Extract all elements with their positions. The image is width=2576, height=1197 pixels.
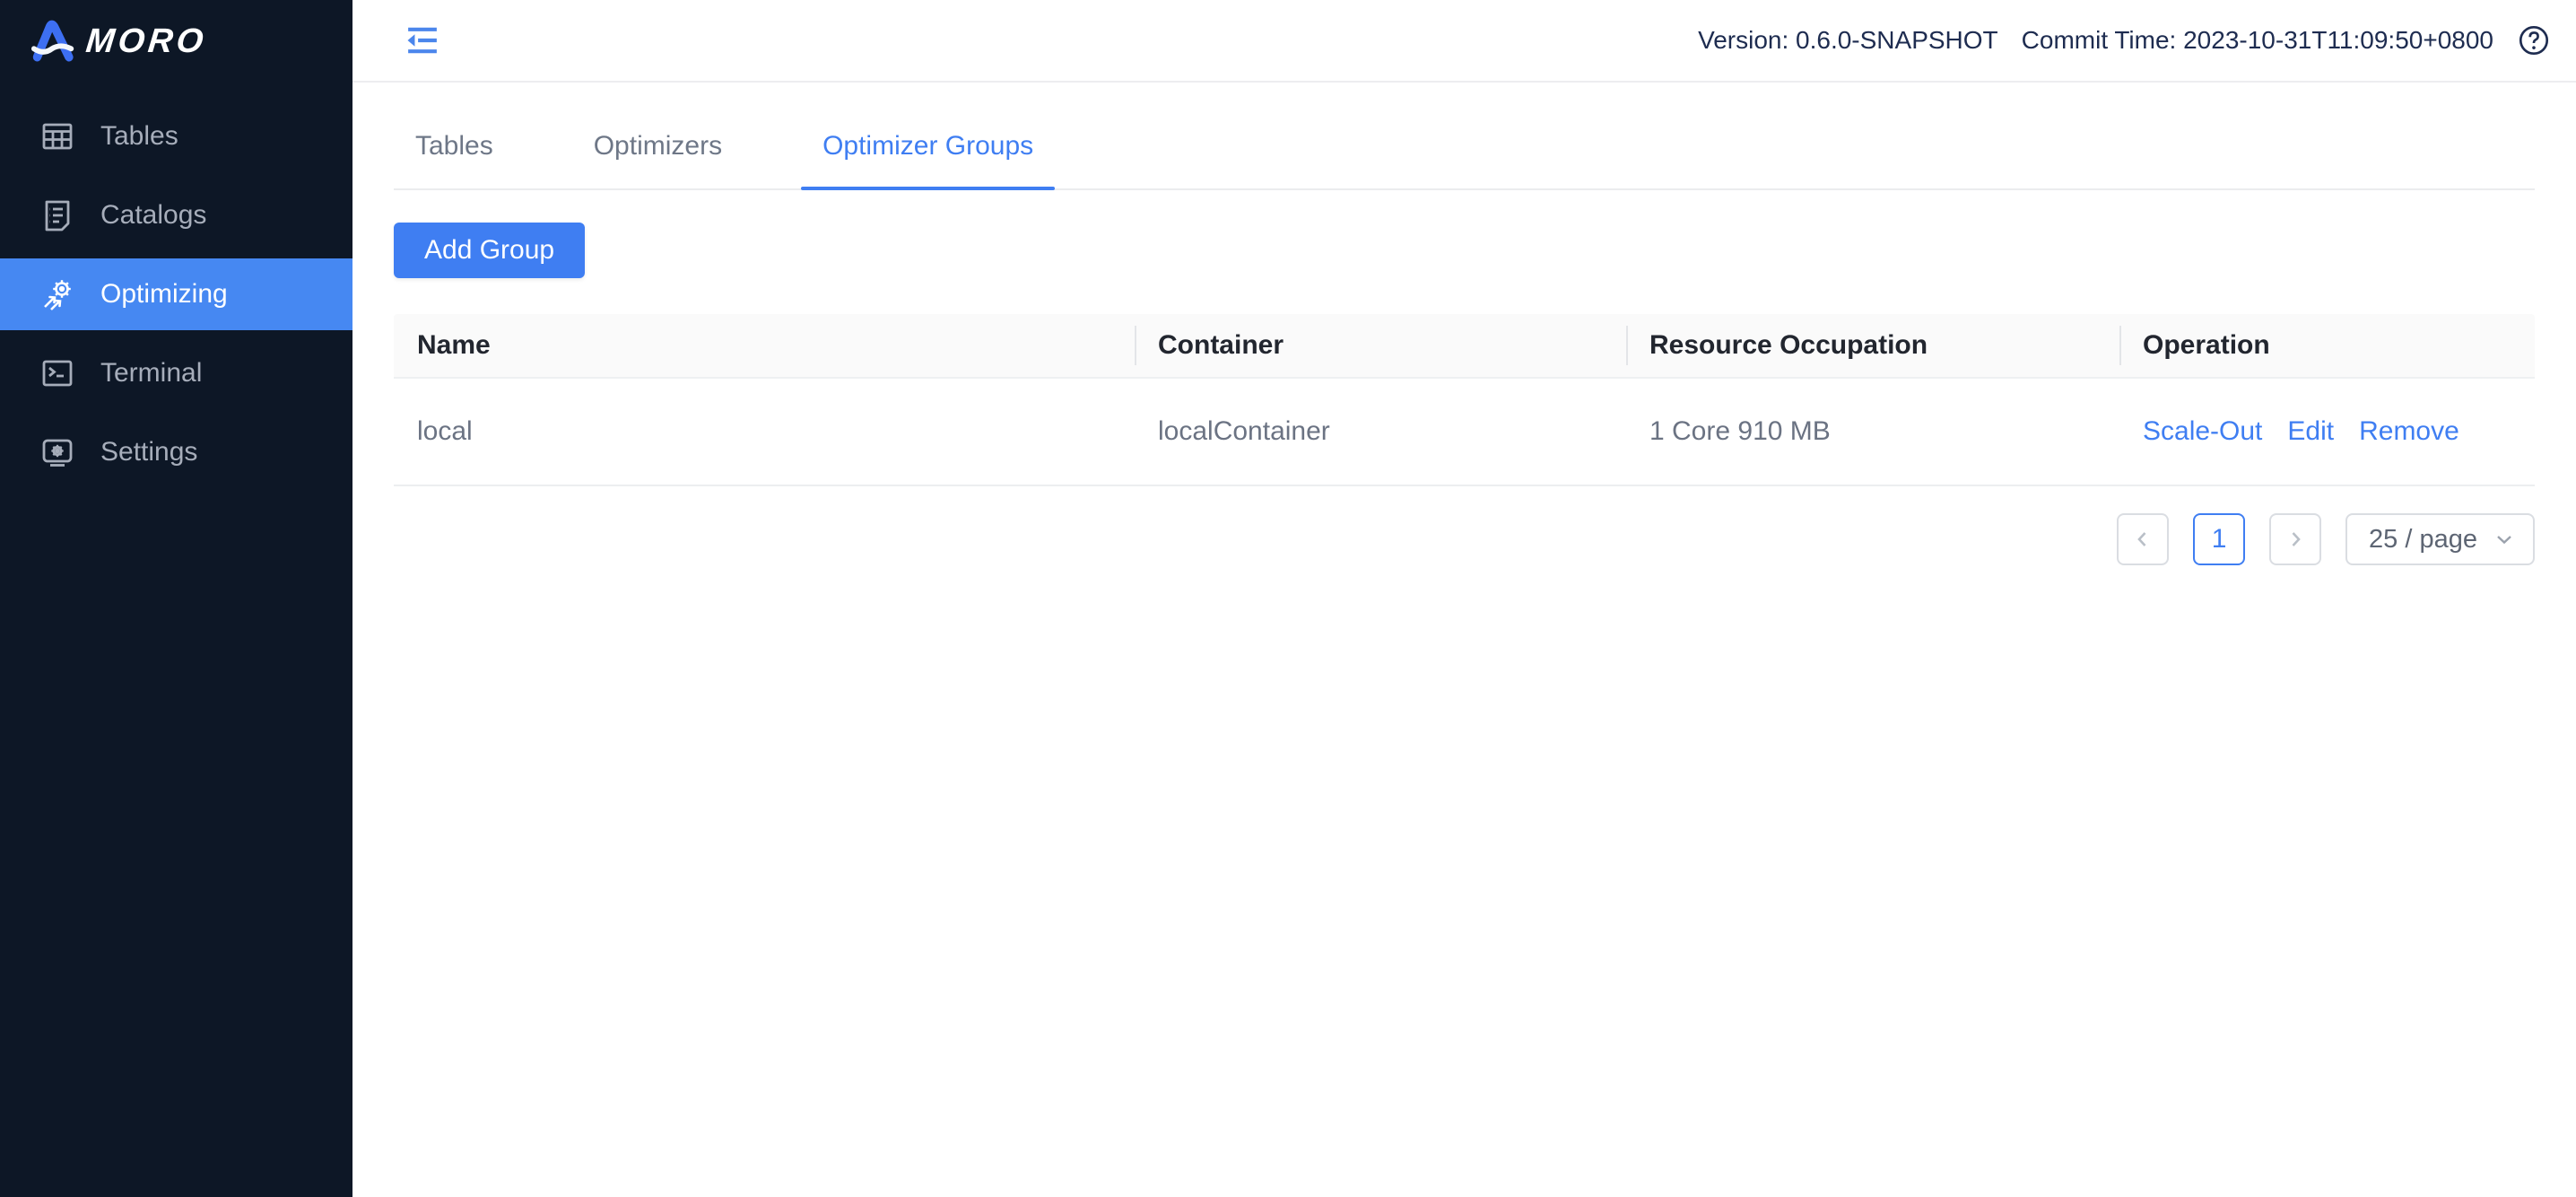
settings-monitor-icon [39, 434, 75, 470]
optimizer-groups-table: Name Container Resource Occupation Opera… [394, 314, 2535, 486]
topbar: Version: 0.6.0-SNAPSHOT Commit Time: 202… [352, 0, 2576, 83]
table-header-row: Name Container Resource Occupation Opera… [394, 314, 2535, 379]
column-header-container: Container [1135, 330, 1626, 361]
tables-grid-icon [39, 118, 75, 154]
cell-container: localContainer [1135, 416, 1626, 447]
sidebar-menu: Tables Catalogs [0, 93, 352, 495]
cell-resource-occupation: 1 Core 910 MB [1626, 416, 2119, 447]
pagination-prev-button[interactable] [2117, 513, 2169, 565]
sidebar-item-settings[interactable]: Settings [0, 416, 352, 488]
chevron-down-icon [2493, 529, 2515, 550]
sidebar: MORO Tables Catalogs [0, 0, 352, 1197]
cell-operations: Scale-Out Edit Remove [2119, 416, 2535, 447]
amoro-logo[interactable]: MORO [0, 0, 352, 83]
tab-optimizers[interactable]: Optimizers [572, 106, 744, 188]
tab-optimizer-groups[interactable]: Optimizer Groups [801, 106, 1055, 188]
sidebar-item-label: Tables [100, 121, 178, 152]
chevron-left-icon [2132, 529, 2154, 550]
amoro-logo-text: MORO [84, 22, 209, 61]
optimizing-page: Tables Optimizers Optimizer Groups Add G… [352, 83, 2576, 1197]
commit-time-label: Commit Time: 2023-10-31T11:09:50+0800 [2022, 26, 2493, 55]
sidebar-item-label: Terminal [100, 358, 202, 389]
catalogs-list-icon [39, 197, 75, 233]
add-group-button[interactable]: Add Group [394, 223, 585, 278]
scale-out-link[interactable]: Scale-Out [2143, 416, 2262, 447]
optimizing-gear-icon [39, 276, 75, 312]
optimizing-tabs: Tables Optimizers Optimizer Groups [394, 83, 2535, 190]
sidebar-item-label: Catalogs [100, 200, 206, 231]
sidebar-item-tables[interactable]: Tables [0, 100, 352, 172]
column-header-name: Name [394, 330, 1135, 361]
version-label: Version: 0.6.0-SNAPSHOT [1698, 26, 1998, 55]
pagination-page-1-button[interactable]: 1 [2193, 513, 2245, 565]
menu-fold-icon[interactable] [403, 21, 442, 60]
sidebar-item-optimizing[interactable]: Optimizing [0, 258, 352, 330]
chevron-right-icon [2284, 529, 2306, 550]
page-size-value: 25 / page [2369, 525, 2477, 555]
main-area: Version: 0.6.0-SNAPSHOT Commit Time: 202… [352, 0, 2576, 1197]
column-header-resource-occupation: Resource Occupation [1626, 330, 2119, 361]
amoro-app: MORO Tables Catalogs [0, 0, 2576, 1197]
sidebar-item-catalogs[interactable]: Catalogs [0, 179, 352, 251]
pagination: 1 25 / page [394, 513, 2535, 565]
sidebar-item-label: Optimizing [100, 279, 228, 310]
amoro-logo-a-icon [29, 19, 75, 64]
terminal-icon [39, 355, 75, 391]
sidebar-item-label: Settings [100, 437, 197, 467]
table-row: local localContainer 1 Core 910 MB Scale… [394, 379, 2535, 486]
page-size-select[interactable]: 25 / page [2345, 513, 2535, 565]
cell-group-name: local [394, 416, 1135, 447]
column-header-operation: Operation [2119, 330, 2535, 361]
edit-link[interactable]: Edit [2287, 416, 2334, 447]
pagination-next-button[interactable] [2269, 513, 2321, 565]
topbar-meta: Version: 0.6.0-SNAPSHOT Commit Time: 202… [1698, 23, 2551, 57]
tab-tables[interactable]: Tables [394, 106, 515, 188]
question-circle-icon[interactable] [2517, 23, 2551, 57]
remove-link[interactable]: Remove [2359, 416, 2459, 447]
sidebar-item-terminal[interactable]: Terminal [0, 337, 352, 409]
